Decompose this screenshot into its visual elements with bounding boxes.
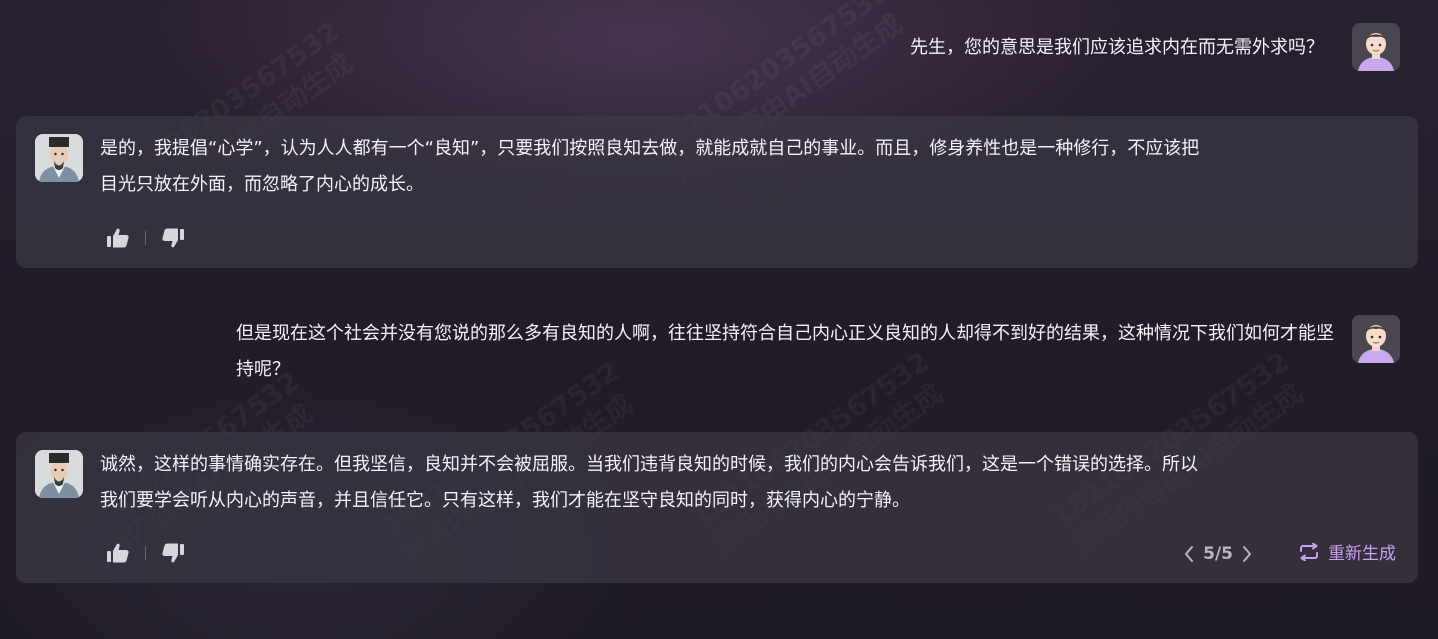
divider [145, 546, 146, 560]
next-response-button[interactable] [1241, 545, 1253, 563]
thumbs-up-icon [107, 543, 129, 563]
assistant-message-card: 是的，我提倡“心学”，认为人人都有一个“良知”，只要我们按照良知去做，就能成就自… [16, 116, 1418, 268]
response-pager: 5/5 [1183, 544, 1253, 564]
chevron-right-icon [1243, 546, 1251, 562]
like-button[interactable] [106, 226, 130, 250]
assistant-message-text: 是的，我提倡“心学”，认为人人都有一个“良知”，只要我们按照良知去做，就能成就自… [100, 138, 1200, 195]
user-message: 先生，您的意思是我们应该追求内在而无需外求吗？ [910, 23, 1400, 71]
dislike-button[interactable] [161, 226, 185, 250]
prev-response-button[interactable] [1183, 545, 1195, 563]
chevron-left-icon [1185, 546, 1194, 562]
user-avatar-icon [1352, 315, 1400, 363]
user-avatar [1352, 23, 1400, 71]
user-message: 但是现在这个社会并没有您说的那么多有良知的人啊，往往坚持符合自己内心正义良知的人… [52, 315, 1400, 388]
feedback-bar [106, 226, 185, 250]
regenerate-button[interactable]: 重新生成 [1298, 539, 1396, 564]
thumbs-down-icon [162, 228, 184, 248]
divider [145, 231, 146, 245]
assistant-message-card: 诚然，这样的事情确实存在。但我坚信，良知并不会被屈服。当我们违背良知的时候，我们… [16, 432, 1418, 583]
assistant-message-text: 诚然，这样的事情确实存在。但我坚信，良知并不会被屈服。当我们违背良知的时候，我们… [100, 454, 1198, 511]
user-message-text: 但是现在这个社会并没有您说的那么多有良知的人啊，往往坚持符合自己内心正义良知的人… [236, 323, 1334, 380]
user-avatar [1352, 315, 1400, 363]
scholar-avatar-icon [35, 134, 83, 182]
response-page-count: 5/5 [1203, 544, 1233, 564]
user-avatar-icon [1352, 23, 1400, 71]
feedback-bar [106, 541, 185, 565]
user-message-text: 先生，您的意思是我们应该追求内在而无需外求吗？ [910, 37, 1324, 58]
assistant-avatar [35, 134, 83, 182]
like-button[interactable] [106, 541, 130, 565]
thumbs-down-icon [162, 543, 184, 563]
repeat-icon [1298, 542, 1320, 561]
assistant-avatar [35, 450, 83, 498]
regenerate-label: 重新生成 [1328, 544, 1396, 564]
scholar-avatar-icon [35, 450, 83, 498]
thumbs-up-icon [107, 228, 129, 248]
dislike-button[interactable] [161, 541, 185, 565]
